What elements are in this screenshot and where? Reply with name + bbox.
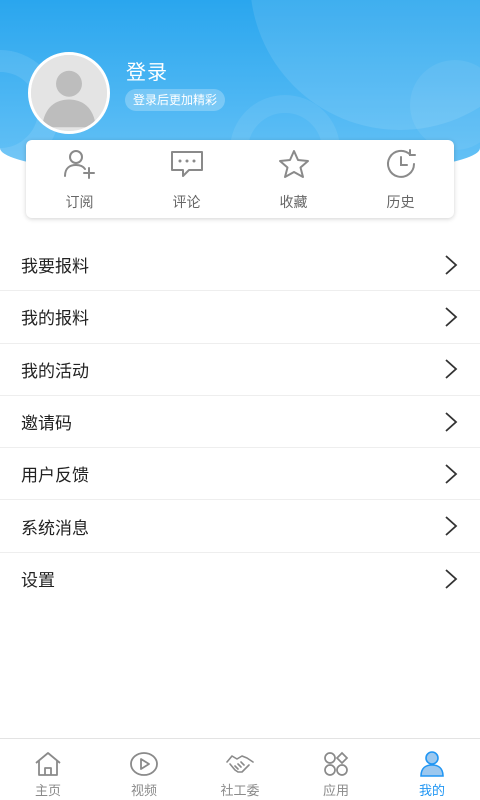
menu-item-label: 我的报料 (21, 309, 89, 330)
menu-item-my-reports[interactable]: 我的报料 (0, 291, 480, 344)
tab-social-work[interactable]: 社工委 (192, 739, 288, 800)
chevron-right-icon (445, 464, 458, 484)
menu-item-settings[interactable]: 设置 (0, 553, 480, 605)
menu-item-label: 用户反馈 (21, 466, 89, 487)
handshake-icon (226, 755, 254, 773)
tab-apps[interactable]: 应用 (288, 739, 384, 800)
menu-item-feedback[interactable]: 用户反馈 (0, 448, 480, 501)
default-avatar-icon (31, 55, 107, 131)
comment-icon (170, 151, 203, 177)
action-label: 收藏 (279, 195, 308, 211)
chevron-right-icon (445, 411, 458, 432)
history-icon (386, 149, 416, 178)
action-label: 订阅 (65, 195, 94, 211)
subscribe-icon (63, 150, 95, 179)
video-icon (130, 752, 158, 776)
apps-icon (324, 751, 349, 776)
menu-item-invite-code[interactable]: 邀请码 (0, 396, 480, 449)
action-favorite[interactable]: 收藏 (240, 140, 347, 218)
bottom-tab-bar: 主页 视频 社工委 应用 我的 (0, 738, 480, 800)
menu-item-label: 我的活动 (21, 361, 89, 382)
menu-item-my-activities[interactable]: 我的活动 (0, 344, 480, 396)
star-icon (278, 150, 309, 178)
menu-list: 我要报料 我的报料 我的活动 邀请码 用户反馈 系统消息 设置 (0, 239, 480, 605)
tab-label: 社工委 (220, 784, 260, 799)
chevron-right-icon (445, 359, 458, 379)
tab-label: 主页 (34, 784, 61, 799)
menu-item-label: 我要报料 (21, 257, 89, 278)
tab-label: 视频 (130, 784, 157, 799)
chevron-right-icon (445, 254, 458, 275)
menu-item-label: 邀请码 (21, 414, 72, 435)
chevron-right-icon (445, 307, 458, 327)
chevron-right-icon (445, 516, 458, 536)
tab-video[interactable]: 视频 (96, 739, 192, 800)
menu-item-label: 系统消息 (21, 518, 89, 539)
home-icon (35, 752, 61, 776)
login-hint: 登录后更加精彩 (125, 89, 226, 111)
menu-item-label: 设置 (21, 571, 55, 592)
quick-actions-card: 订阅 评论 收藏 历史 (26, 140, 454, 218)
action-subscribe[interactable]: 订阅 (26, 140, 133, 218)
login-button[interactable]: 登录 (126, 56, 168, 85)
tab-label: 我的 (418, 784, 445, 799)
user-icon (420, 751, 444, 777)
avatar[interactable] (28, 52, 110, 134)
action-history[interactable]: 历史 (347, 140, 454, 218)
action-label: 历史 (386, 195, 415, 211)
tab-mine[interactable]: 我的 (384, 739, 480, 800)
chevron-right-icon (445, 569, 458, 589)
tab-home[interactable]: 主页 (0, 739, 96, 800)
menu-item-system-messages[interactable]: 系统消息 (0, 500, 480, 553)
tab-label: 应用 (322, 784, 349, 799)
menu-item-report-news[interactable]: 我要报料 (0, 239, 480, 292)
action-comment[interactable]: 评论 (133, 140, 240, 218)
action-label: 评论 (172, 195, 201, 211)
